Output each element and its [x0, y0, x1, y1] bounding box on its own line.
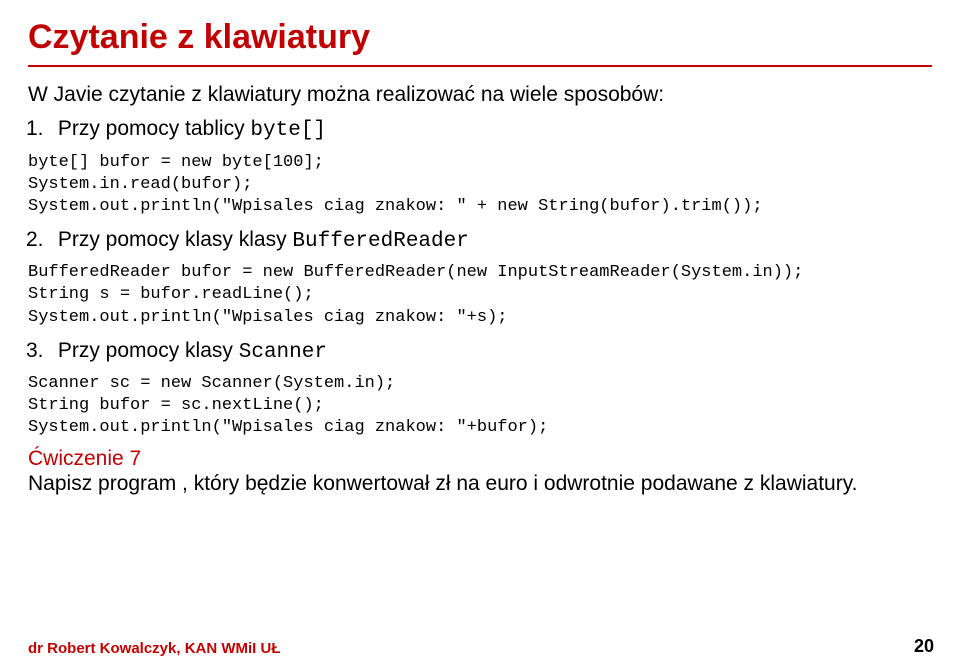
list-mono: byte[]: [250, 119, 326, 142]
page-number: 20: [914, 636, 934, 657]
list-item-3: 3. Przy pomocy klasy Scanner: [28, 337, 932, 367]
title-underline: Czytanie z klawiatury: [28, 18, 932, 67]
slide: Czytanie z klawiatury W Javie czytanie z…: [0, 0, 960, 497]
list-item-2: 2. Przy pomocy klasy klasy BufferedReade…: [28, 226, 932, 256]
slide-title: Czytanie z klawiatury: [28, 18, 932, 57]
list-text: Przy pomocy tablicy: [58, 117, 251, 140]
exercise-body: Napisz program , który będzie konwertowa…: [28, 471, 932, 497]
list-mono: Scanner: [239, 341, 327, 364]
code-block-3: Scanner sc = new Scanner(System.in); Str…: [28, 373, 932, 439]
list-mono: BufferedReader: [292, 230, 468, 253]
footer-author: dr Robert Kowalczyk, KAN WMiI UŁ: [28, 640, 281, 657]
intro-text: W Javie czytanie z klawiatury można real…: [28, 81, 932, 109]
list-number: 2.: [26, 226, 52, 254]
list-item-1: 1. Przy pomocy tablicy byte[]: [28, 115, 932, 145]
code-block-1: byte[] bufor = new byte[100]; System.in.…: [28, 152, 932, 218]
list-number: 1.: [26, 115, 52, 143]
list-text: Przy pomocy klasy klasy: [58, 228, 293, 251]
code-block-2: BufferedReader bufor = new BufferedReade…: [28, 262, 932, 328]
list-number: 3.: [26, 337, 52, 365]
list-text: Przy pomocy klasy: [58, 339, 239, 362]
exercise-title: Ćwiczenie 7: [28, 447, 932, 471]
